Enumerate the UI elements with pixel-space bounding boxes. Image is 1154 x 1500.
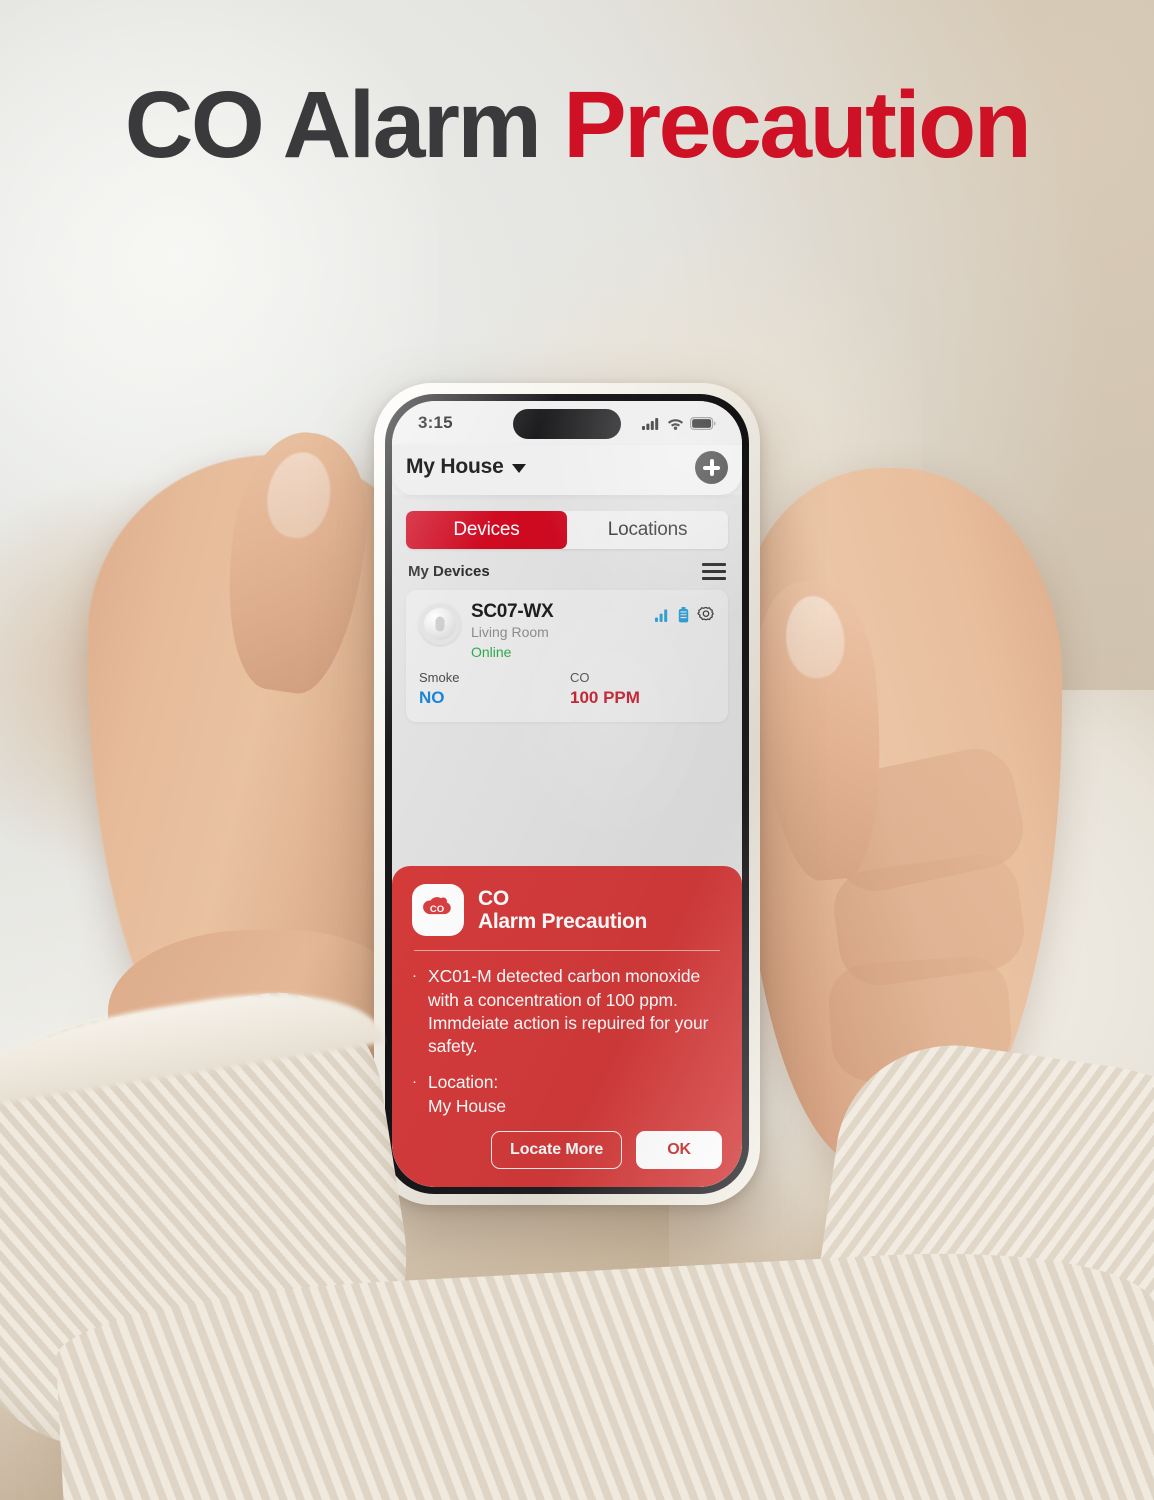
reading-smoke-value: NO — [419, 688, 445, 707]
device-status-badge: Online — [471, 644, 512, 660]
signal-strength-icon — [655, 608, 670, 622]
hamburger-icon[interactable] — [702, 563, 726, 580]
alert-bullet-message: · XC01-M detected carbon monoxide with a… — [412, 965, 722, 1058]
alert-divider — [414, 950, 720, 952]
reading-co-label: CO — [570, 670, 590, 685]
phone-screen: 3:15 My House Devices Locations My Devic… — [392, 401, 742, 1187]
house-name-label: My House — [406, 455, 504, 478]
device-card-header: SC07-WX Living Room Online — [419, 601, 715, 660]
alert-title: CO Alarm Precaution — [478, 887, 647, 934]
alert-message-text: XC01-M detected carbon monoxide with a c… — [428, 966, 709, 1057]
wifi-icon — [667, 417, 684, 430]
alert-header: CO CO Alarm Precaution — [412, 884, 722, 937]
device-readings: Smoke NO CO 100 PPM — [419, 670, 715, 708]
phone-bezel: 3:15 My House Devices Locations My Devic… — [385, 394, 749, 1194]
smoke-detector-icon — [419, 603, 461, 645]
status-icons — [642, 416, 716, 430]
app-navbar: My House — [392, 445, 742, 495]
bullet-marker: · — [412, 967, 417, 985]
smartphone: 3:15 My House Devices Locations My Devic… — [374, 383, 760, 1205]
bullet-marker: · — [412, 1073, 417, 1091]
tab-devices[interactable]: Devices — [406, 511, 567, 549]
device-name: SC07-WX — [471, 601, 554, 622]
gear-icon[interactable] — [697, 606, 715, 624]
alert-bullet-list: · XC01-M detected carbon monoxide with a… — [412, 965, 722, 1118]
cellular-signal-icon — [642, 417, 661, 430]
section-title: My Devices — [408, 563, 490, 580]
battery-icon — [690, 416, 716, 430]
devices-section-header: My Devices — [392, 549, 742, 590]
alert-title-line2: Alarm Precaution — [478, 910, 648, 934]
app-content: Devices Locations My Devices SC07-WX Liv… — [392, 495, 742, 1187]
svg-text:CO: CO — [430, 904, 444, 915]
status-time: 3:15 — [418, 413, 453, 432]
reading-smoke: Smoke NO — [419, 670, 564, 708]
alert-title-line1: CO — [478, 886, 509, 910]
reading-co-value: 100 PPM — [570, 688, 640, 707]
battery-icon — [678, 607, 689, 623]
house-selector[interactable]: My House — [406, 455, 526, 479]
chevron-down-icon — [511, 464, 526, 473]
alert-bullet-location: · Location: My House — [412, 1071, 722, 1118]
co-alarm-alert-sheet: CO CO Alarm Precaution · XC01-M detected… — [392, 866, 742, 1187]
status-bar: 3:15 — [392, 401, 742, 445]
plus-icon — [703, 458, 720, 476]
reading-smoke-label: Smoke — [419, 670, 460, 685]
device-info: SC07-WX Living Room Online — [471, 601, 645, 660]
device-room: Living Room — [471, 624, 549, 640]
ok-button[interactable]: OK — [636, 1131, 722, 1169]
locate-more-button[interactable]: Locate More — [491, 1131, 623, 1169]
co-cloud-icon: CO — [412, 884, 464, 937]
tab-switcher: Devices Locations — [406, 511, 728, 549]
alert-actions: Locate More OK — [412, 1131, 722, 1169]
device-status-icons — [655, 601, 715, 624]
tab-locations[interactable]: Locations — [567, 511, 728, 549]
reading-co: CO 100 PPM — [564, 670, 715, 708]
add-device-button[interactable] — [695, 450, 728, 484]
device-card[interactable]: SC07-WX Living Room Online Smoke NO CO 1… — [406, 590, 728, 722]
dynamic-island — [513, 409, 621, 439]
alert-location-text: Location: My House — [428, 1072, 506, 1116]
